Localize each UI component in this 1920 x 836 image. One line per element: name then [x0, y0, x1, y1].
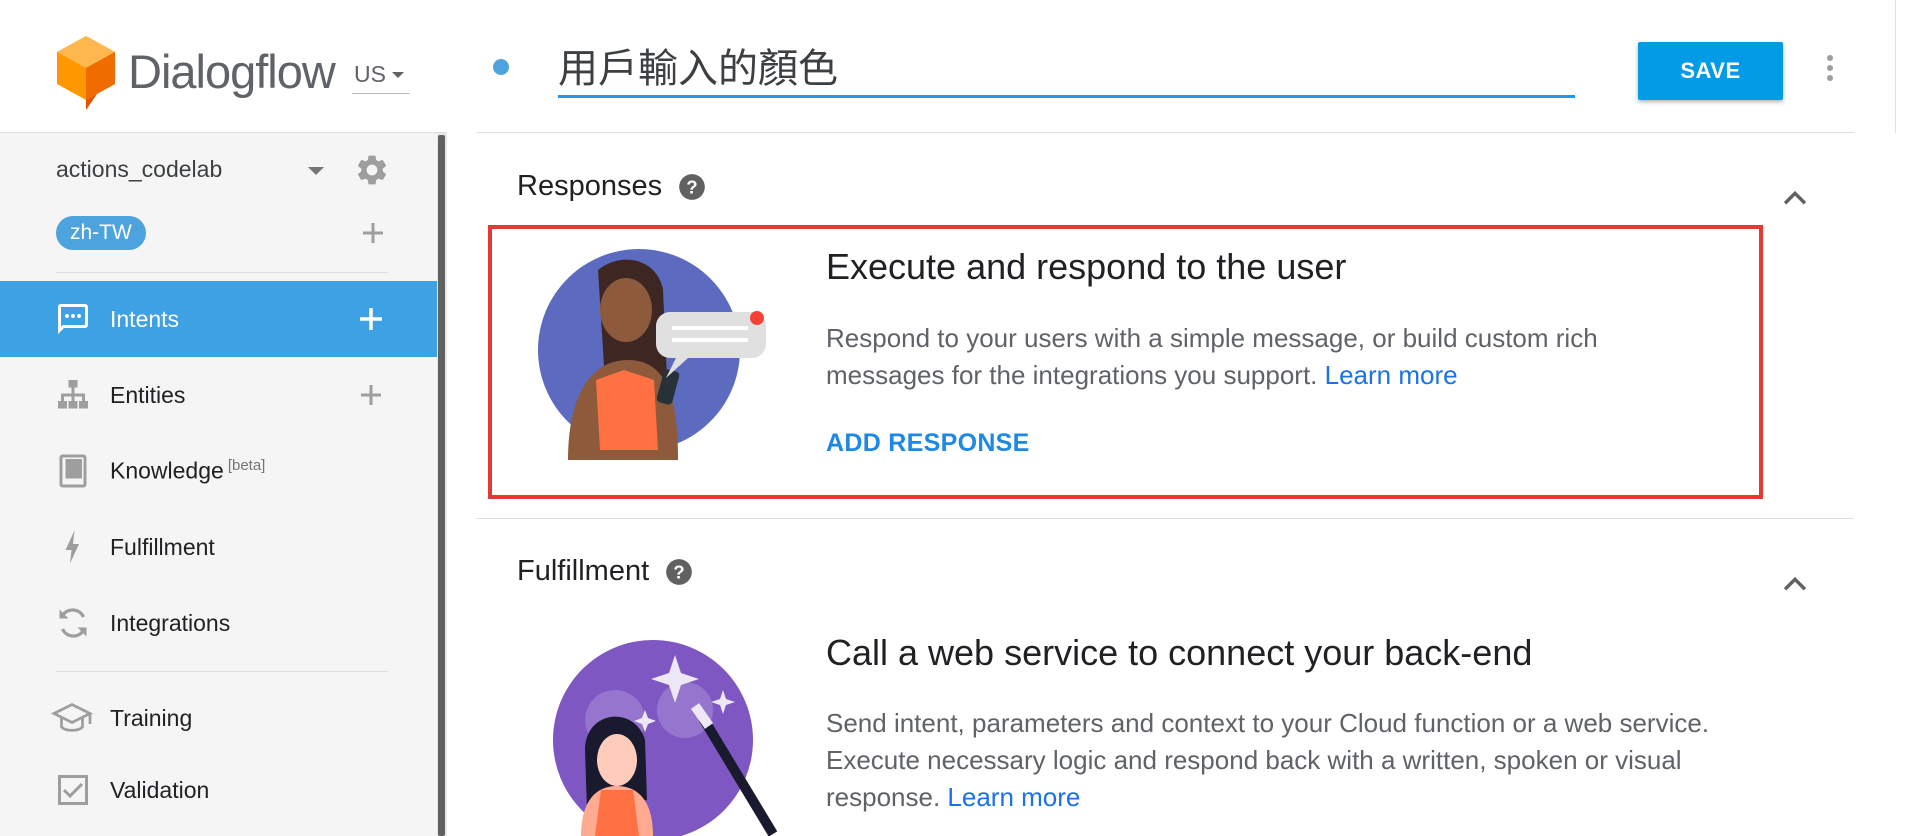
gear-icon[interactable] — [354, 152, 390, 188]
sidebar-item-knowledge[interactable]: Knowledge [beta] — [0, 433, 437, 509]
description-line: messages for the integrations you suppor… — [826, 357, 1598, 394]
sidebar-item-label: Training — [110, 704, 193, 731]
intent-name-input[interactable] — [558, 38, 1575, 98]
divider — [56, 272, 388, 273]
chat-bubble-icon — [58, 304, 88, 334]
description-text: response. — [826, 782, 941, 812]
section-title: Fulfillment — [517, 555, 650, 587]
divider — [476, 132, 1854, 133]
sidebar-item-label: Integrations — [110, 609, 231, 636]
sync-icon — [59, 608, 87, 638]
dialogflow-logo-icon[interactable] — [55, 34, 117, 110]
responses-description: Respond to your users with a simple mess… — [826, 320, 1598, 394]
description-line: Send intent, parameters and context to y… — [826, 708, 1710, 738]
wizard-illustration — [553, 640, 778, 836]
fulfillment-description: Send intent, parameters and context to y… — [826, 705, 1709, 816]
sidebar-item-entities[interactable]: Entities — [0, 357, 437, 433]
sidebar-item-label: Entities — [110, 381, 186, 408]
add-response-button[interactable]: ADD RESPONSE — [826, 429, 1030, 458]
sidebar-scroll-thumb[interactable] — [438, 135, 445, 836]
knowledge-label: Knowledge — [110, 457, 224, 484]
chevron-up-icon[interactable] — [1778, 568, 1812, 602]
language-row: zh-TW — [56, 216, 396, 252]
divider — [56, 671, 388, 672]
sidebar-item-validation[interactable]: Validation — [0, 752, 437, 828]
sidebar-item-integrations[interactable]: Integrations — [0, 585, 437, 661]
checkbox-icon — [58, 775, 88, 805]
right-panel-edge — [1895, 0, 1920, 133]
add-entity-icon[interactable] — [356, 380, 386, 410]
add-intent-icon[interactable] — [356, 304, 386, 334]
svg-text:?: ? — [686, 176, 697, 197]
book-icon — [59, 454, 87, 488]
section-title: Responses — [517, 170, 663, 202]
sidebar-item-label: Fulfillment — [110, 533, 215, 560]
responses-heading: Execute and respond to the user — [826, 246, 1347, 287]
sidebar-header: Dialogflow US — [0, 0, 447, 133]
learn-more-link[interactable]: Learn more — [947, 782, 1080, 812]
help-icon[interactable]: ? — [678, 173, 706, 201]
agent-dropdown-icon[interactable] — [308, 167, 324, 175]
lightning-icon — [65, 530, 79, 564]
more-vert-icon[interactable] — [1820, 50, 1840, 86]
status-dot-icon — [493, 59, 509, 75]
svg-text:?: ? — [673, 561, 684, 582]
agent-name: actions_codelab — [56, 156, 223, 182]
region-select[interactable]: US — [352, 56, 410, 94]
sidebar-item-training[interactable]: Training — [0, 680, 437, 756]
description-line: response. Learn more — [826, 779, 1709, 816]
beta-badge: [beta] — [227, 457, 266, 475]
add-language-icon[interactable] — [358, 218, 388, 248]
agent-selector[interactable]: actions_codelab — [56, 152, 396, 188]
graduation-cap-icon — [50, 702, 94, 732]
learn-more-link[interactable]: Learn more — [1325, 360, 1458, 390]
region-value: US — [354, 61, 386, 87]
hierarchy-icon — [58, 380, 88, 409]
sidebar-item-label: Validation — [110, 776, 210, 803]
save-button[interactable]: SAVE — [1638, 42, 1783, 100]
responses-section-header: Responses ? — [517, 170, 706, 203]
divider — [476, 518, 1854, 519]
chevron-up-icon[interactable] — [1778, 182, 1812, 216]
description-line: Execute necessary logic and respond back… — [826, 745, 1682, 775]
fulfillment-section-header: Fulfillment ? — [517, 555, 693, 588]
chevron-down-icon — [391, 71, 404, 78]
person-messaging-illustration — [538, 249, 766, 460]
description-text: messages for the integrations you suppor… — [826, 360, 1318, 390]
sidebar-item-intents[interactable]: Intents — [0, 281, 437, 357]
description-line: Respond to your users with a simple mess… — [826, 323, 1598, 353]
sidebar: Dialogflow US actions_codelab zh-TW Inte… — [0, 0, 447, 836]
language-chip[interactable]: zh-TW — [56, 216, 146, 250]
help-icon[interactable]: ? — [665, 558, 693, 586]
fulfillment-heading: Call a web service to connect your back-… — [826, 632, 1533, 673]
sidebar-item-label: Intents — [110, 305, 180, 332]
sidebar-item-fulfillment[interactable]: Fulfillment — [0, 509, 437, 585]
sidebar-item-label: Knowledge [beta] — [110, 457, 265, 485]
app-logo-text: Dialogflow — [128, 45, 336, 98]
